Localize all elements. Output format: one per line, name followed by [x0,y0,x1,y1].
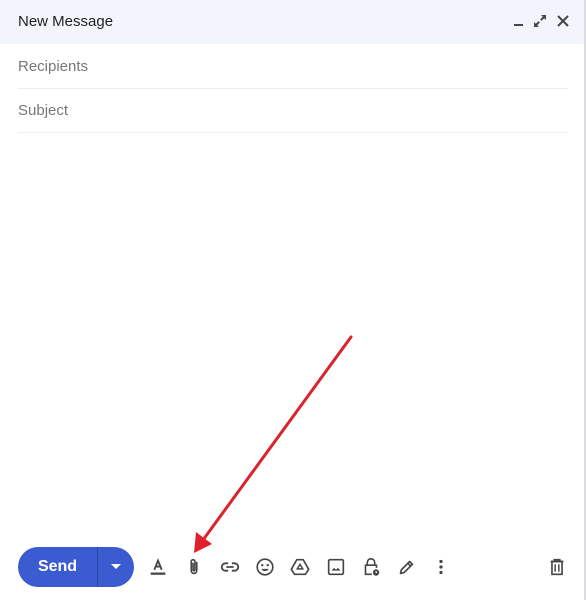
paperclip-icon [190,558,198,575]
subject-field [18,88,568,133]
message-body[interactable] [18,134,572,528]
emoji-icon [256,558,274,576]
minimize-icon [514,24,523,26]
insert-signature-button[interactable] [394,555,418,579]
send-button-group: Send [18,547,134,587]
attach-files-button[interactable] [182,555,206,579]
formatting-options-button[interactable] [146,555,170,579]
more-vert-icon [439,559,443,575]
recipients-input[interactable] [18,44,568,88]
lock-clock-icon [364,557,380,576]
pen-icon [399,560,414,575]
link-icon [220,562,240,572]
close-icon [557,15,569,27]
compose-window: New Message Send [0,0,586,600]
caret-down-icon [111,564,121,569]
insert-drive-file-button[interactable] [288,555,312,579]
send-button[interactable]: Send [18,547,97,587]
drive-icon [290,558,310,576]
minimize-button[interactable] [510,12,528,30]
confidential-mode-button[interactable] [359,555,383,579]
text-format-icon [150,558,166,575]
send-options-button[interactable] [98,547,134,587]
close-button[interactable] [554,12,572,30]
image-icon [327,558,345,576]
compose-header: New Message [0,0,584,44]
insert-emoji-button[interactable] [253,555,277,579]
compose-title: New Message [18,13,114,30]
discard-draft-button[interactable] [545,555,569,579]
insert-link-button[interactable] [218,555,242,579]
insert-photo-button[interactable] [324,555,348,579]
expand-icon [534,15,546,27]
more-options-button[interactable] [429,555,453,579]
recipients-field [18,44,568,89]
subject-input[interactable] [18,88,568,132]
trash-icon [550,558,564,576]
fullscreen-button[interactable] [531,12,549,30]
